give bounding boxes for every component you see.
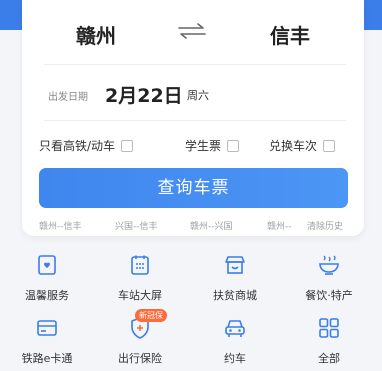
student-ticket-option[interactable]: 学生票 [185, 137, 240, 154]
service-label: 餐饮·特产 [305, 289, 353, 302]
clear-history-link[interactable]: 清除历史 [307, 219, 343, 232]
option-label: 只看高铁/动车 [39, 139, 116, 153]
warm-service-icon [38, 255, 56, 275]
from-station[interactable]: 赣州 [76, 20, 116, 49]
option-label: 兑换车次 [269, 139, 318, 153]
food-icon [319, 255, 339, 275]
service-label: 铁路e卡通 [21, 352, 73, 365]
to-station[interactable]: 信丰 [270, 20, 310, 49]
service-shop[interactable]: 扶贫商城 [195, 253, 275, 303]
service-station-screen[interactable]: 车站大屏 [100, 253, 180, 303]
station-screen-icon [131, 255, 149, 275]
history-item[interactable]: 赣州-- [267, 219, 292, 232]
ticket-search-card: 赣州 信丰 出发日期 2月22日 周六 只看高铁/动车 学生票 兑换车次 查询车… [22, 0, 364, 236]
service-warm[interactable]: 温馨服务 [7, 253, 87, 303]
shop-icon [225, 256, 245, 274]
departure-date[interactable]: 2月22日 [105, 81, 183, 108]
high-speed-only-option[interactable]: 只看高铁/动车 [39, 137, 134, 154]
service-label: 约车 [224, 352, 246, 365]
option-label: 学生票 [185, 139, 222, 153]
service-label: 温馨服务 [25, 289, 69, 302]
history-item[interactable]: 赣州--信丰 [39, 219, 82, 232]
service-label: 出行保险 [118, 352, 162, 365]
high-speed-only-checkbox[interactable] [121, 139, 134, 152]
history-item[interactable]: 兴国--信丰 [115, 219, 158, 232]
service-label: 全部 [318, 352, 340, 365]
query-tickets-button[interactable]: 查询车票 [39, 168, 348, 208]
exchange-train-checkbox[interactable] [323, 139, 336, 152]
new-badge: 新冠保 [135, 309, 167, 322]
date-label: 出发日期 [48, 92, 88, 103]
car-icon [225, 320, 245, 337]
history-item[interactable]: 赣州--兴国 [190, 219, 233, 232]
grid-icon [319, 318, 339, 338]
service-e-card[interactable]: 铁路e卡通 [7, 316, 87, 366]
card-icon [37, 320, 57, 336]
service-insurance[interactable]: 出行保险 [100, 316, 180, 366]
weekday-label: 周六 [187, 89, 209, 102]
divider [44, 120, 346, 121]
exchange-train-option[interactable]: 兑换车次 [269, 137, 336, 154]
service-all[interactable]: 全部 [289, 316, 369, 366]
service-label: 车站大屏 [118, 289, 162, 302]
service-food[interactable]: 餐饮·特产 [289, 253, 369, 303]
divider [44, 64, 346, 65]
swap-icon[interactable] [175, 22, 209, 40]
service-car[interactable]: 约车 [195, 316, 275, 366]
service-label: 扶贫商城 [213, 289, 257, 302]
student-ticket-checkbox[interactable] [227, 139, 240, 152]
